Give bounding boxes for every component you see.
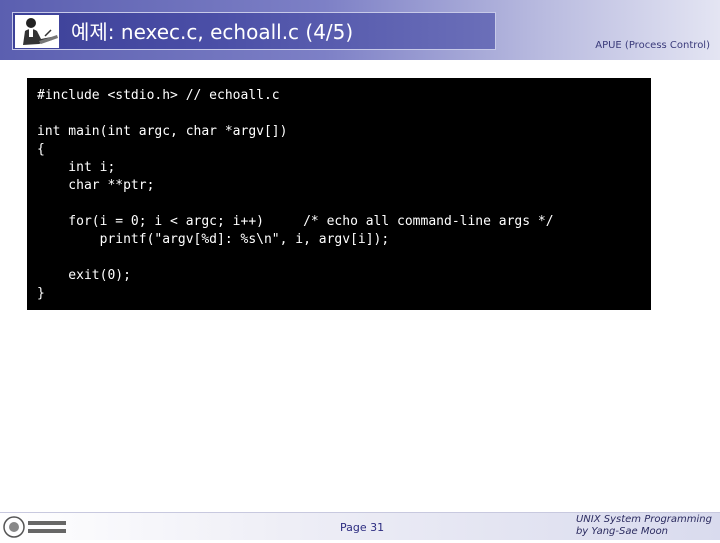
course-credit-line: by Yang-Sae Moon bbox=[575, 526, 669, 537]
code-line: for(i = 0; i < argc; i++) /* echo all co… bbox=[37, 214, 554, 229]
course-credit-line: UNIX System Programming bbox=[575, 514, 712, 525]
title-box: 예제: nexec.c, echoall.c (4/5) bbox=[12, 12, 496, 50]
slide-header: 예제: nexec.c, echoall.c (4/5) APUE (Proce… bbox=[0, 0, 720, 60]
code-line: } bbox=[37, 286, 45, 301]
teacher-at-desk-icon bbox=[15, 15, 59, 48]
code-line: { bbox=[37, 142, 45, 157]
code-block: #include <stdio.h> // echoall.c int main… bbox=[27, 78, 651, 310]
course-credit: UNIX System Programming by Yang-Sae Moon bbox=[576, 514, 712, 538]
page-number: Page 31 bbox=[340, 521, 385, 534]
code-line: char **ptr; bbox=[37, 178, 155, 193]
university-seal-icon bbox=[2, 515, 70, 539]
course-tag: APUE (Process Control) bbox=[595, 40, 710, 51]
slide-title: 예제: nexec.c, echoall.c (4/5) bbox=[71, 20, 354, 44]
code-line: exit(0); bbox=[37, 268, 131, 283]
code-line: #include <stdio.h> // echoall.c bbox=[37, 88, 280, 103]
code-line: int i; bbox=[37, 160, 116, 175]
slide-footer: Page 31 UNIX System Programming by Yang-… bbox=[0, 512, 720, 540]
code-line: int main(int argc, char *argv[]) bbox=[37, 124, 288, 139]
code-line: printf("argv[%d]: %s\n", i, argv[i]); bbox=[37, 232, 390, 247]
